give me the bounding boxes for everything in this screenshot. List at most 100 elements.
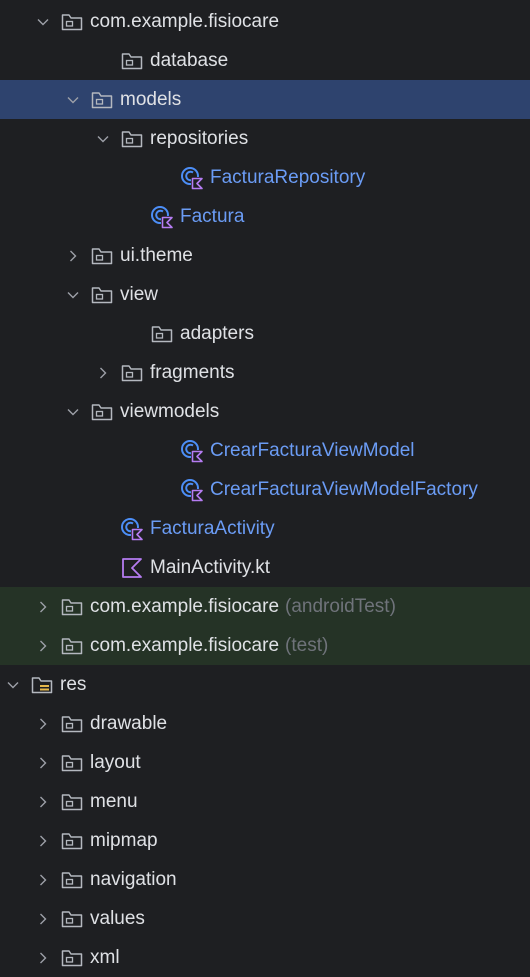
chevron-right-icon[interactable] — [34, 715, 52, 733]
tree-node[interactable]: FacturaRepository — [0, 158, 530, 197]
kotlin-class-icon — [180, 478, 204, 502]
tree-node-suffix: (androidTest) — [285, 595, 396, 617]
tree-node-label: layout — [90, 751, 141, 773]
chevron-right-icon[interactable] — [34, 832, 52, 850]
tree-node[interactable]: com.example.fisiocare — [0, 2, 530, 41]
chevron-right-icon[interactable] — [34, 598, 52, 616]
chevron-right-icon[interactable] — [94, 364, 112, 382]
tree-node-label: CrearFacturaViewModel — [210, 439, 415, 461]
tree-node[interactable]: database — [0, 41, 530, 80]
tree-node-suffix: (test) — [285, 634, 329, 656]
package-icon — [60, 10, 84, 34]
tree-node[interactable]: com.example.fisiocare (test) — [0, 626, 530, 665]
tree-node-label: FacturaActivity — [150, 517, 275, 539]
tree-node-label: com.example.fisiocare — [90, 10, 280, 32]
tree-node-label: values — [90, 907, 145, 929]
kotlin-class-icon — [180, 439, 204, 463]
tree-node-label: MainActivity.kt — [150, 556, 271, 578]
kotlin-class-icon — [120, 517, 144, 541]
chevron-right-icon[interactable] — [34, 949, 52, 967]
package-icon — [60, 712, 84, 736]
tree-node[interactable]: values — [0, 899, 530, 938]
chevron-down-icon[interactable] — [4, 676, 22, 694]
tree-node-label: menu — [90, 790, 138, 812]
tree-node[interactable]: xml — [0, 938, 530, 977]
tree-node[interactable]: menu — [0, 782, 530, 821]
chevron-down-icon[interactable] — [64, 91, 82, 109]
chevron-right-icon[interactable] — [34, 793, 52, 811]
tree-node[interactable]: ui.theme — [0, 236, 530, 275]
tree-node-label: repositories — [150, 127, 249, 149]
tree-node[interactable]: fragments — [0, 353, 530, 392]
package-icon — [90, 88, 114, 112]
package-icon — [60, 907, 84, 931]
chevron-right-icon[interactable] — [34, 637, 52, 655]
tree-node[interactable]: mipmap — [0, 821, 530, 860]
tree-node[interactable]: CrearFacturaViewModel — [0, 431, 530, 470]
tree-node[interactable]: viewmodels — [0, 392, 530, 431]
tree-node-label: viewmodels — [120, 400, 220, 422]
tree-node[interactable]: view — [0, 275, 530, 314]
resource-folder-icon — [30, 673, 54, 697]
chevron-down-icon[interactable] — [64, 286, 82, 304]
package-icon — [60, 595, 84, 619]
tree-node[interactable]: res — [0, 665, 530, 704]
chevron-right-icon[interactable] — [34, 754, 52, 772]
chevron-down-icon[interactable] — [34, 13, 52, 31]
tree-node[interactable]: CrearFacturaViewModelFactory — [0, 470, 530, 509]
tree-node[interactable]: com.example.fisiocare (androidTest) — [0, 587, 530, 626]
tree-node-label: FacturaRepository — [210, 166, 366, 188]
package-icon — [60, 790, 84, 814]
tree-node-label: CrearFacturaViewModelFactory — [210, 478, 478, 500]
package-icon — [60, 868, 84, 892]
tree-node[interactable]: navigation — [0, 860, 530, 899]
package-icon — [90, 244, 114, 268]
chevron-right-icon[interactable] — [34, 871, 52, 889]
package-icon — [90, 283, 114, 307]
package-icon — [60, 751, 84, 775]
tree-node-label: ui.theme — [120, 244, 193, 266]
kotlin-class-icon — [150, 205, 174, 229]
tree-node[interactable]: repositories — [0, 119, 530, 158]
chevron-right-icon[interactable] — [64, 247, 82, 265]
tree-node-label: database — [150, 49, 229, 71]
package-icon — [120, 49, 144, 73]
tree-node-label: adapters — [180, 322, 254, 344]
tree-node[interactable]: layout — [0, 743, 530, 782]
chevron-down-icon[interactable] — [64, 403, 82, 421]
chevron-down-icon[interactable] — [94, 130, 112, 148]
project-tree: com.example.fisiocare database models repos… — [0, 0, 530, 968]
package-icon — [150, 322, 174, 346]
tree-node[interactable]: drawable — [0, 704, 530, 743]
tree-node[interactable]: Factura — [0, 197, 530, 236]
package-icon — [120, 127, 144, 151]
tree-node[interactable]: models — [0, 80, 530, 119]
package-icon — [120, 361, 144, 385]
package-icon — [90, 400, 114, 424]
tree-node[interactable]: MainActivity.kt — [0, 548, 530, 587]
tree-node-label: fragments — [150, 361, 235, 383]
tree-node-label: navigation — [90, 868, 177, 890]
tree-node[interactable]: adapters — [0, 314, 530, 353]
chevron-right-icon[interactable] — [34, 910, 52, 928]
package-icon — [60, 946, 84, 970]
tree-node[interactable]: FacturaActivity — [0, 509, 530, 548]
